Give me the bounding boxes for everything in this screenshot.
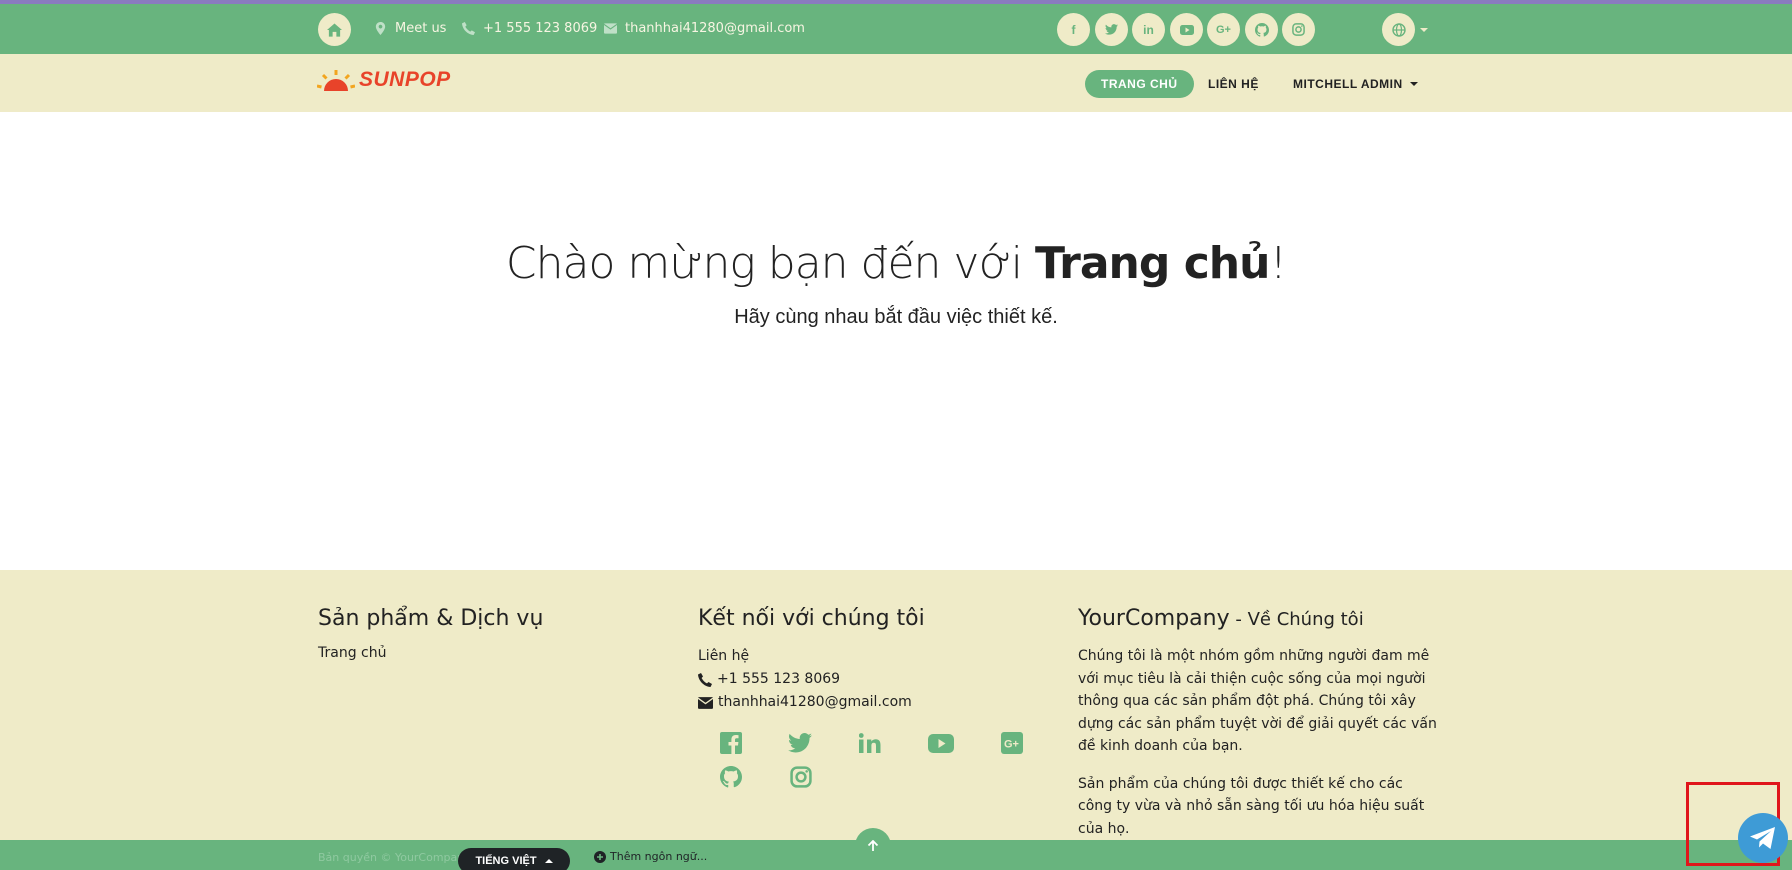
topbar-phone[interactable]: +1 555 123 8069 [462,18,597,38]
chevron-up-icon [544,859,553,863]
topbar-email[interactable]: thanhhai41280@gmail.com [604,18,805,38]
telegram-icon [1750,827,1775,849]
footer-github-button[interactable] [718,764,744,790]
add-language-link[interactable]: Thêm ngôn ngữ... [594,850,707,863]
language-switcher-label: TIẾNG VIỆT [475,855,537,867]
logo-text: SUNPOP [359,68,451,91]
nav-trang-chu-label: TRANG CHỦ [1101,77,1178,91]
bottom-bar: Bản quyền © YourCompany TIẾNG VIỆT Thêm … [0,840,1792,870]
footer-phone-label: +1 555 123 8069 [717,671,841,687]
language-selector-button[interactable] [1382,13,1415,46]
youtube-button[interactable] [1170,13,1203,46]
facebook-icon: f [1071,22,1076,37]
language-switcher[interactable]: TIẾNG VIỆT [458,848,570,870]
instagram-icon [790,766,812,788]
hero-title-suffix: ! [1269,238,1287,289]
topbar-phone-label: +1 555 123 8069 [483,20,598,36]
footer-col-about: YourCompany - Về Chúng tôi Chúng tôi là … [1078,606,1438,840]
github-icon [1254,22,1269,37]
facebook-button[interactable]: f [1057,13,1090,46]
nav-lien-he[interactable]: LIÊN HỆ [1208,70,1259,98]
footer-about-company: YourCompany [1078,606,1230,631]
google-plus-icon: G+ [1216,23,1231,36]
youtube-icon [1179,24,1194,35]
footer-phone[interactable]: +1 555 123 8069 [698,668,925,691]
phone-icon [698,672,712,687]
meet-us-link[interactable]: Meet us [374,18,446,38]
hero-section: Chào mừng bạn đến với Trang chủ! Hãy cùn… [0,112,1792,570]
top-contact-bar: Meet us +1 555 123 8069 thanhhai41280@gm… [0,4,1792,54]
chevron-down-icon [1409,82,1418,86]
footer-about-para2: Sản phẩm của chúng tôi được thiết kế cho… [1078,775,1425,837]
sun-logo-icon [317,70,355,91]
google-plus-icon: G+ [1001,732,1023,754]
footer-instagram-button[interactable] [788,764,814,790]
scroll-to-top-button[interactable] [855,828,891,864]
footer-col-products: Sản phẩm & Dịch vụ Trang chủ [318,606,543,661]
footer-col-connect: Kết nối với chúng tôi Liên hệ +1 555 123… [698,606,925,714]
linkedin-button[interactable]: in [1132,13,1165,46]
home-button[interactable] [318,13,351,46]
nav-lien-he-label: LIÊN HỆ [1208,77,1259,91]
telegram-chat-button[interactable] [1738,813,1788,863]
nav-trang-chu[interactable]: TRANG CHỦ [1085,70,1194,98]
plus-circle-icon [594,850,606,863]
copyright-text: Bản quyền © YourCompany [318,851,471,864]
topbar-email-label: thanhhai41280@gmail.com [625,20,805,36]
twitter-icon [1105,24,1118,35]
hero-title-bold: Trang chủ [1034,238,1270,289]
page: Meet us +1 555 123 8069 thanhhai41280@gm… [0,0,1792,870]
github-icon [720,766,742,788]
hero-title-prefix: Chào mừng bạn đến với [505,238,1035,289]
twitter-icon [788,733,812,753]
hero-subtitle: Hãy cùng nhau bắt đầu việc thiết kế. [734,306,1058,328]
footer-contact-label: Liên hệ [698,648,750,664]
add-language-label: Thêm ngôn ngữ... [610,850,708,863]
footer-about-para1: Chúng tôi là một nhóm gồm những người đa… [1078,648,1437,754]
footer-about-subheading: - Về Chúng tôi [1229,609,1364,630]
envelope-icon [604,22,617,34]
globe-icon [1391,22,1406,37]
chevron-down-icon[interactable] [1420,28,1428,32]
footer-connect-heading: Kết nối với chúng tôi [698,606,925,631]
footer-about-heading: YourCompany - Về Chúng tôi [1078,606,1438,631]
footer-youtube-button[interactable] [928,730,954,756]
phone-icon [462,21,475,35]
footer-email[interactable]: thanhhai41280@gmail.com [698,691,925,714]
envelope-icon [698,696,713,709]
footer: Sản phẩm & Dịch vụ Trang chủ Kết nối với… [0,570,1792,840]
footer-facebook-button[interactable] [718,730,744,756]
nav-user-menu-label: MITCHELL ADMIN [1293,77,1403,91]
linkedin-icon [859,733,881,753]
footer-products-heading: Sản phẩm & Dịch vụ [318,606,544,631]
footer-email-label: thanhhai41280@gmail.com [718,694,912,710]
instagram-icon [1292,23,1305,36]
home-icon [327,22,342,37]
footer-google-plus-button[interactable]: G+ [999,730,1025,756]
nav-user-menu[interactable]: MITCHELL ADMIN [1293,70,1418,98]
meet-us-label: Meet us [395,20,447,36]
google-plus-button[interactable]: G+ [1207,13,1240,46]
footer-twitter-button[interactable] [787,730,813,756]
youtube-icon [928,733,954,753]
linkedin-icon: in [1143,22,1154,37]
footer-linkedin-button[interactable] [857,730,883,756]
twitter-button[interactable] [1095,13,1128,46]
main-navbar: SUNPOP TRANG CHỦ LIÊN HỆ MITCHELL ADMIN [0,54,1792,112]
map-marker-icon [375,21,386,35]
github-button[interactable] [1245,13,1278,46]
instagram-button[interactable] [1282,13,1315,46]
footer-contact-link[interactable]: Liên hệ [698,645,925,668]
logo[interactable]: SUNPOP [317,68,451,92]
footer-home-link[interactable]: Trang chủ [318,645,543,661]
facebook-icon [720,732,742,754]
arrow-up-icon [867,840,879,851]
hero-title: Chào mừng bạn đến với Trang chủ! [0,238,1792,289]
svg-text:G+: G+ [1004,739,1019,751]
